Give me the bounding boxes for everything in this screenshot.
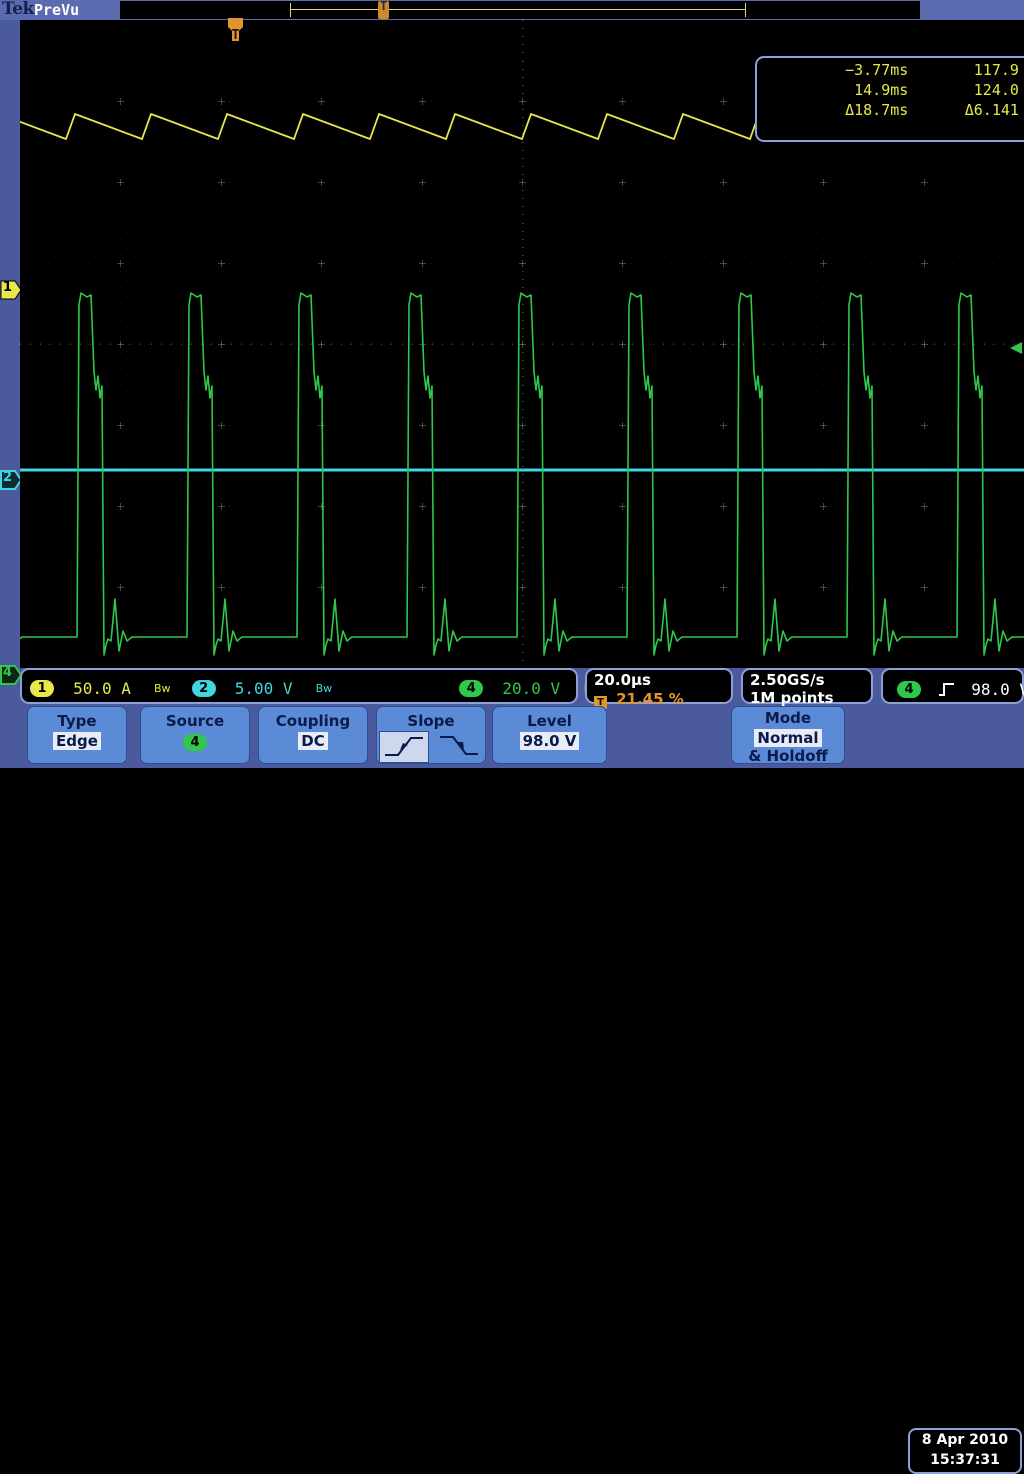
ch1-bandwidth-icon: Bᴡ [153, 682, 171, 695]
rising-edge-icon [939, 683, 955, 696]
channel-scales-box: 1 50.0 A Bᴡ 2 5.00 V Bᴡ 4 20.0 V Bᴡ [20, 668, 600, 704]
menu-type-value: Edge [53, 732, 101, 750]
ch2-scale: 5.00 V [234, 679, 293, 698]
timebase-box[interactable]: 20.0µs T 21.45 % [585, 668, 733, 709]
trigger-level-arrow-icon[interactable] [1008, 340, 1024, 356]
tek-logo: Tek [2, 0, 34, 19]
slope-falling-icon[interactable] [435, 731, 483, 761]
ch2-badge[interactable]: 2 [191, 680, 216, 697]
menu-button-source[interactable]: Source 4 [140, 706, 250, 764]
ch4-badge[interactable]: 4 [459, 680, 484, 697]
menu-level-title: Level [527, 712, 572, 730]
menu-button-slope[interactable]: Slope [376, 706, 486, 764]
time-label: 15:37:31 [930, 1452, 1000, 1468]
menu-mode-value: Normal [754, 729, 822, 747]
channel-reference-rail: 1 2 4 [0, 20, 22, 685]
trigger-level-value: 98.0 V [971, 680, 1024, 699]
menu-slope-title: Slope [407, 712, 455, 730]
menu-button-type[interactable]: Type Edge [27, 706, 127, 764]
cursor1-value: 117.9 A [973, 61, 1024, 79]
menu-coupling-value: DC [298, 732, 328, 750]
bottom-status-bar: 1 50.0 A Bᴡ 2 5.00 V Bᴡ 4 20.0 V Bᴡ 20.0… [20, 668, 1024, 709]
overview-cursor-right[interactable] [745, 3, 746, 17]
cursor-delta-value: Δ6.141 A [964, 101, 1024, 119]
channel-marker-4[interactable]: 4 [0, 665, 22, 685]
ch2-bandwidth-icon: Bᴡ [315, 682, 333, 695]
menu-coupling-title: Coupling [275, 712, 351, 730]
ch1-scale: 50.0 A [73, 679, 131, 698]
record-length: 1M points [750, 689, 834, 707]
channel-marker-4-label: 4 [3, 665, 13, 680]
waveform-display-area[interactable]: −3.77ms 117.9 A 14.9ms 124.0 A Δ18.7ms Δ… [20, 20, 1024, 668]
channel-marker-2[interactable]: 2 [0, 470, 22, 490]
ch1-badge[interactable]: 1 [30, 680, 54, 697]
overview-trigger-marker[interactable]: T [378, 0, 389, 19]
overview-trace-line [290, 9, 745, 10]
cursor2-value: 124.0 A [973, 81, 1024, 99]
menu-mode-extra: & Holdoff [748, 747, 828, 765]
menu-source-badge: 4 [183, 733, 207, 751]
menu-mode-title: Mode [764, 709, 812, 727]
cursor1-time: −3.77ms [845, 61, 909, 79]
cursor-delta-time: Δ18.7ms [845, 101, 909, 119]
sample-rate: 2.50GS/s [750, 671, 825, 689]
menu-source-title: Source [165, 712, 225, 730]
prevu-status-label: PreVu [34, 1, 80, 19]
ch4-scale: 20.0 V [502, 679, 561, 698]
menu-level-value: 98.0 V [519, 732, 580, 750]
datetime-box: 8 Apr 2010 15:37:31 [908, 1428, 1022, 1474]
readout-row: 14.9ms 124.0 A [757, 80, 1024, 100]
readout-row: −3.77ms 117.9 A [757, 60, 1024, 80]
trigger-source-badge[interactable]: 4 [897, 681, 921, 698]
menu-button-level[interactable]: Level 98.0 V [492, 706, 607, 764]
trigger-status-box[interactable]: 4 98.0 V [881, 668, 1024, 704]
oscilloscope-screen: Tek PreVu T 1 2 4 −3.77ms 117.9 14.9ms 1… [0, 0, 1024, 1474]
cursor-readout-box: −3.77ms 117.9 A 14.9ms 124.0 A Δ18.7ms Δ… [755, 56, 1024, 142]
acquisition-box[interactable]: 2.50GS/s 1M points [741, 668, 873, 707]
svg-text:T: T [232, 28, 240, 43]
menu-button-mode[interactable]: Mode Normal & Holdoff [731, 706, 845, 765]
record-overview-bar[interactable]: T [120, 0, 920, 19]
channel-marker-1[interactable]: 1 [0, 280, 22, 300]
trigger-position-marker[interactable]: T [228, 18, 243, 44]
channel-marker-2-label: 2 [3, 470, 13, 485]
menu-type-title: Type [57, 712, 97, 730]
bottom-menu-bar: Type Edge Source 4 Coupling DC Slope Lev… [0, 706, 1024, 1474]
top-header-bar: Tek PreVu T [0, 0, 1024, 20]
cursor2-time: 14.9ms [854, 81, 909, 99]
readout-row: Δ18.7ms Δ6.141 A [757, 100, 1024, 120]
menu-button-coupling[interactable]: Coupling DC [258, 706, 368, 764]
date-label: 8 Apr 2010 [921, 1432, 1009, 1448]
slope-rising-icon[interactable] [379, 731, 430, 763]
overview-cursor-left[interactable] [290, 3, 291, 17]
channel-marker-1-label: 1 [3, 280, 13, 295]
timebase-scale: 20.0µs [594, 671, 651, 689]
